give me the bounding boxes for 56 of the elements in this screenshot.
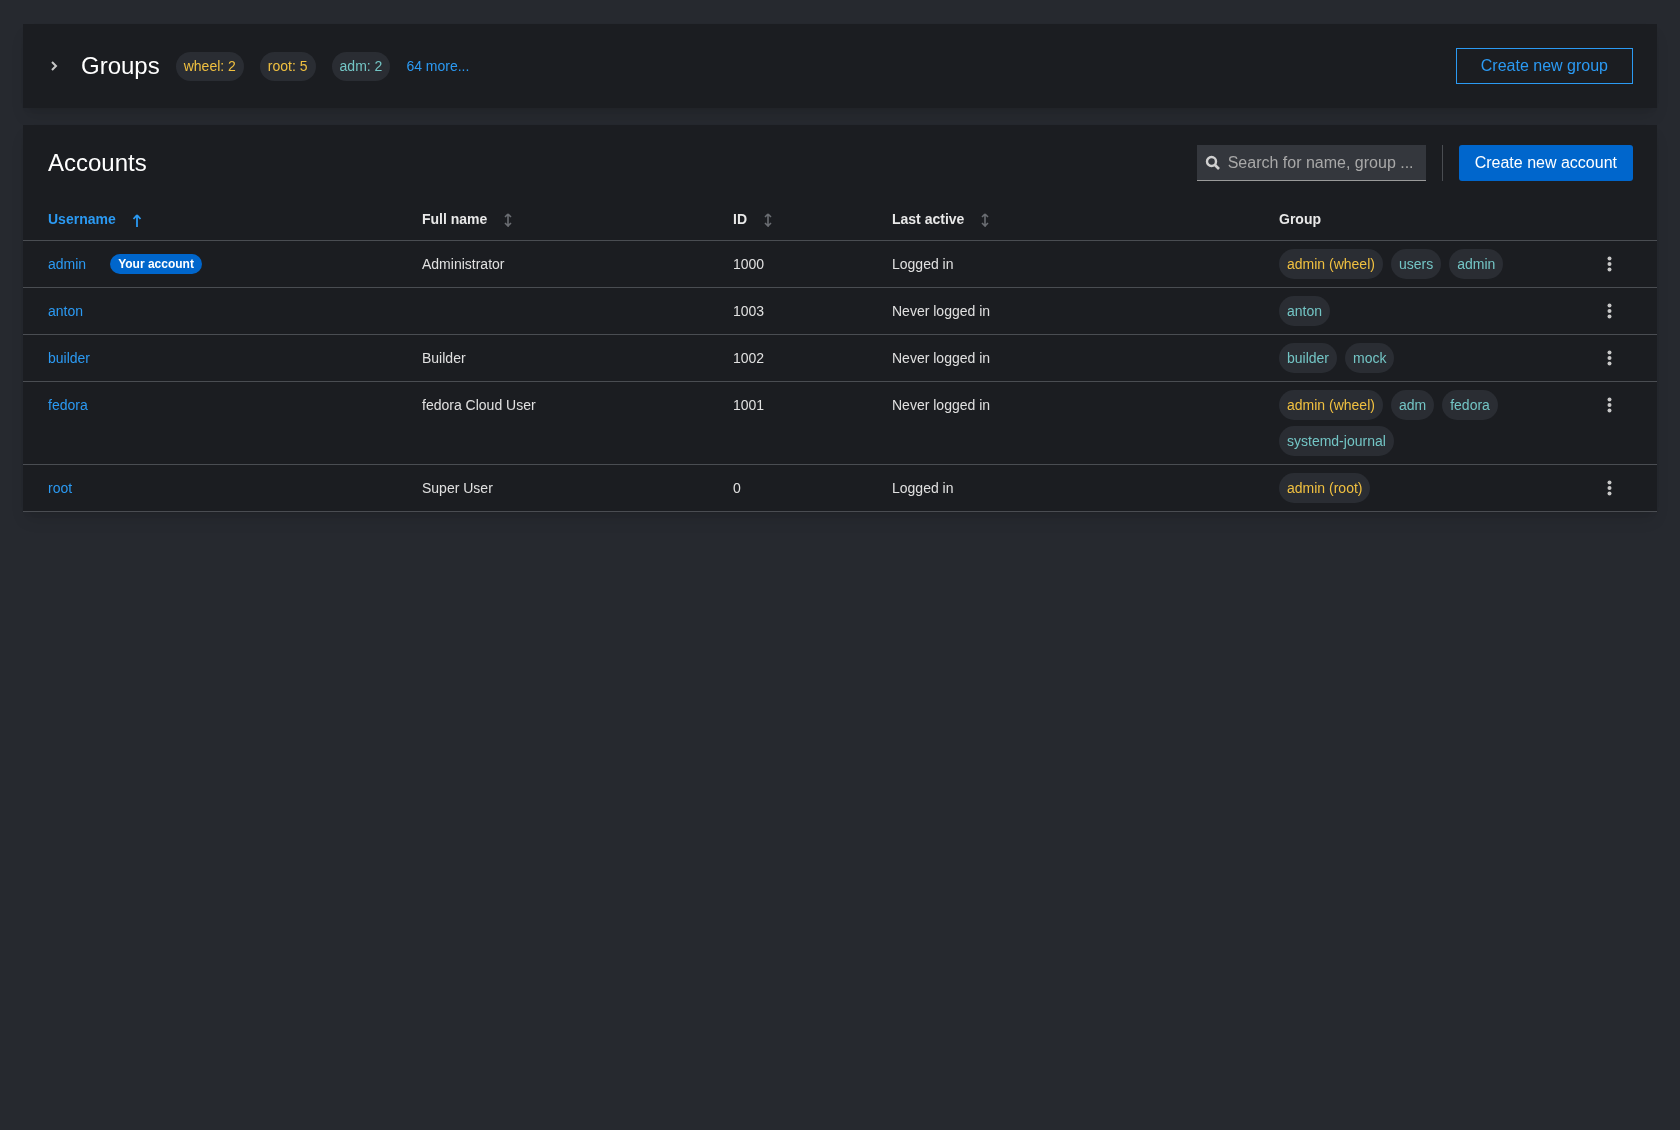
group-tag: admin (wheel) [1279,249,1383,279]
column-header[interactable]: Full name [422,209,488,230]
sort-icon[interactable] [503,212,514,227]
group-tag: mock [1345,343,1395,373]
table-cell-text: Builder [422,348,466,368]
column-header[interactable]: Last active [892,209,965,230]
more-link[interactable]: 64 more... [406,55,470,77]
section-title: Accounts [48,148,147,178]
table-cell-text: Logged in [892,254,954,274]
sort-ascending-icon[interactable] [131,212,142,227]
table-cell-text: Logged in [892,478,954,498]
username-link[interactable]: anton [48,300,84,322]
chevron-icon[interactable] [49,61,59,71]
group-tag: systemd-journal [1279,426,1394,456]
sort-icon[interactable] [980,212,991,227]
sort-icon[interactable] [763,212,773,227]
table-cell-text: Never logged in [892,395,991,415]
group-tag: admin [1449,249,1504,279]
username-link[interactable]: root [48,477,73,499]
table-cell-text: 1000 [733,254,765,274]
table-cell-text: 0 [733,478,741,498]
account-badge: Your account [110,254,202,274]
create-account-button[interactable]: Create new account [1458,145,1633,181]
group-tag: builder [1279,343,1338,373]
kebab-menu-icon[interactable] [1607,397,1612,413]
table-cell-text: Never logged in [892,301,991,321]
kebab-menu-icon[interactable] [1607,256,1612,272]
group-tag: root: 5 [259,51,316,81]
group-tag: admin (root) [1279,473,1371,503]
table-cell-text: Super User [422,478,493,498]
username-link[interactable]: admin [48,253,87,275]
group-tag: adm: 2 [331,51,391,81]
column-header[interactable]: ID [733,209,747,230]
group-tag: users [1390,249,1442,279]
group-tag: wheel: 2 [175,51,244,81]
group-tag: admin (wheel) [1279,390,1383,420]
search-field[interactable]: Search for name, group ... [1196,145,1426,181]
kebab-menu-icon[interactable] [1607,350,1612,366]
table-cell-text: Administrator [422,254,505,274]
group-tag: fedora [1442,390,1498,420]
kebab-menu-icon[interactable] [1607,303,1612,319]
table-cell-text: fedora Cloud User [422,395,536,415]
table-cell-text: 1003 [733,301,765,321]
table-cell-text: Never logged in [892,348,991,368]
section-title: Groups [81,51,160,81]
group-tag: adm [1390,390,1435,420]
group-tag: anton [1279,296,1331,326]
table-cell-text: 1002 [733,348,765,368]
create-group-button[interactable]: Create new group [1455,48,1633,84]
table-cell-text: 1001 [733,395,765,415]
column-header[interactable]: Group [1279,209,1321,230]
kebab-menu-icon[interactable] [1607,480,1612,496]
username-link[interactable]: fedora [48,394,88,416]
username-link[interactable]: builder [48,347,91,369]
column-header[interactable]: Username [48,209,116,230]
search-icon [1204,155,1220,170]
